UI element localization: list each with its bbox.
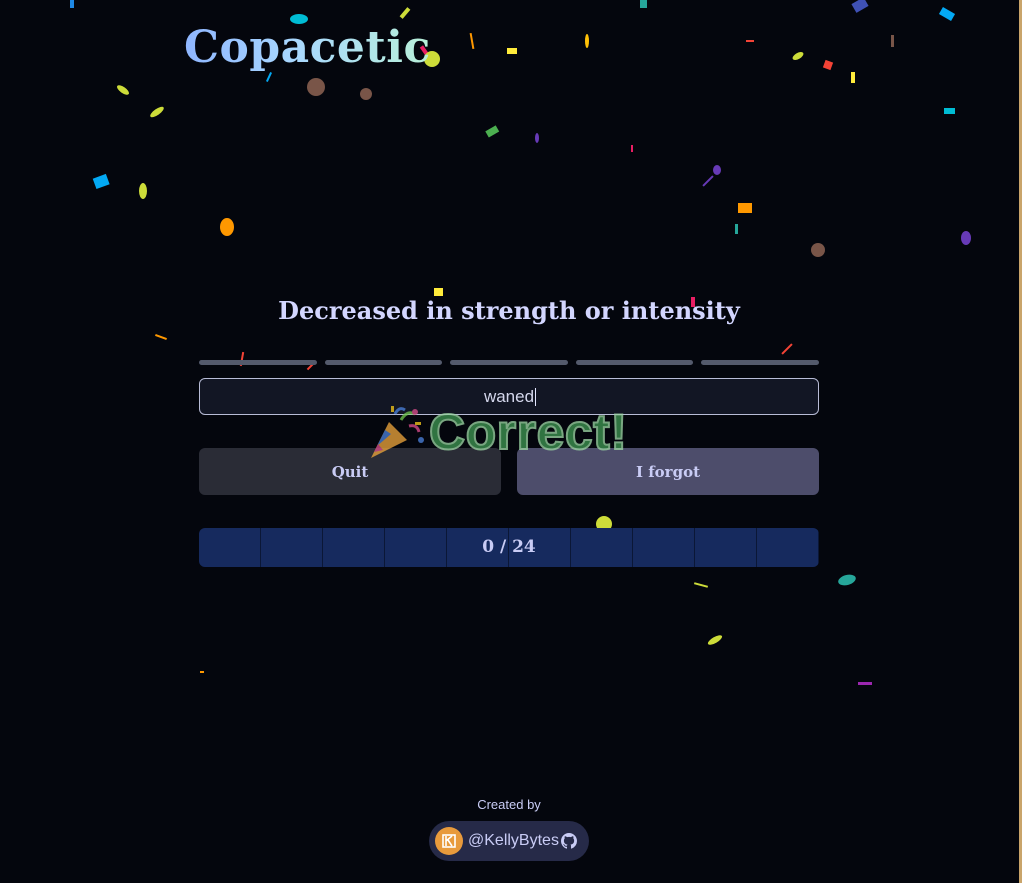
party-popper-icon <box>371 406 424 458</box>
progress-count: 0 / 24 <box>482 537 536 557</box>
app-logo[interactable]: Copacetic <box>184 22 431 73</box>
correct-text: Correct! <box>428 403 628 461</box>
hint-segment <box>450 360 568 365</box>
hint-segment <box>575 360 694 365</box>
progress-bar: 0 / 24 <box>199 528 819 567</box>
avatar-k-logo-icon <box>442 834 456 848</box>
hint-segments <box>199 360 819 365</box>
correct-feedback: Correct! <box>365 400 628 464</box>
hint-segment <box>324 360 443 365</box>
author-link[interactable]: @KellyBytes <box>429 821 589 861</box>
author-handle: @KellyBytes <box>468 832 559 849</box>
created-by-label: Created by <box>477 797 541 812</box>
question-prompt: Decreased in strength or intensity <box>278 296 740 325</box>
hint-segment <box>199 360 317 365</box>
hint-segment <box>701 360 819 365</box>
github-icon <box>560 833 577 849</box>
avatar <box>435 827 463 855</box>
